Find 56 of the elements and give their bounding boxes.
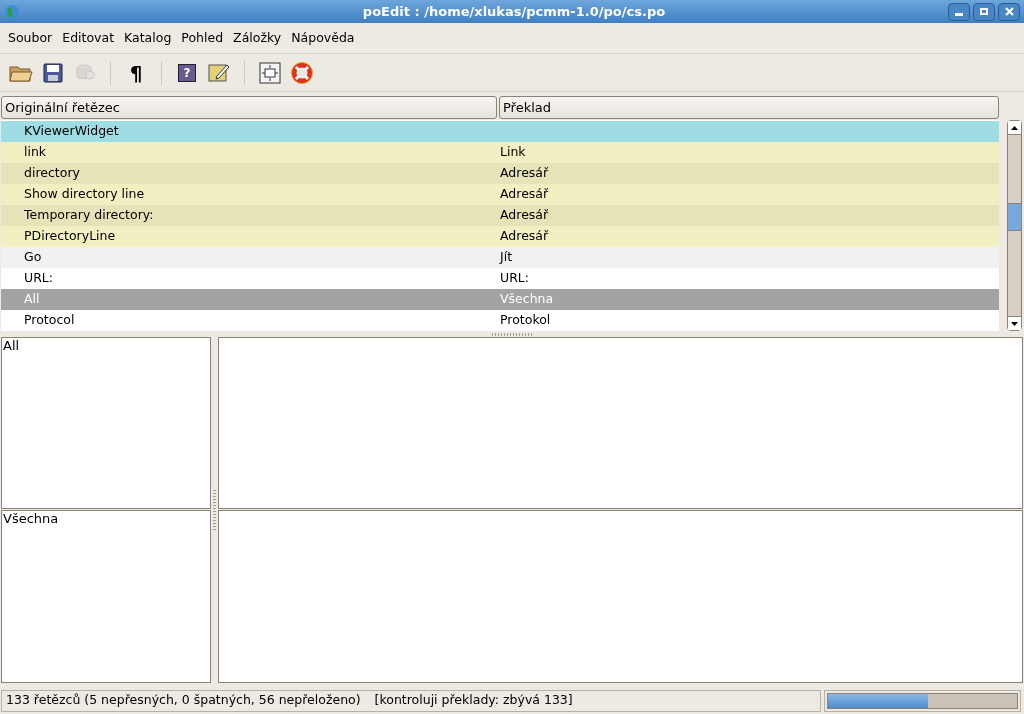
- maximize-button[interactable]: [973, 2, 995, 21]
- table-row[interactable]: Show directory line Adresář: [1, 184, 999, 205]
- fit-window-icon: [259, 61, 281, 84]
- note-pencil-icon: [208, 62, 230, 83]
- column-header[interactable]: Překlad: [499, 96, 999, 119]
- table-cell: Adresář: [500, 164, 549, 183]
- table-cell-text: PDirectoryLine: [23, 227, 117, 246]
- menu-item[interactable]: Katalog: [119, 25, 177, 51]
- help-button[interactable]: ?: [172, 57, 202, 88]
- menu-item[interactable]: Nápověda: [286, 25, 360, 51]
- status-text: 133 řetězců (5 nepřesných, 0 špatných, 56 nepřeloženo): [6, 691, 361, 710]
- table-cell: Adresář: [500, 206, 549, 225]
- table-cell: Protokol: [500, 311, 551, 330]
- scroll-thumb[interactable]: [1008, 203, 1021, 231]
- minimize-button[interactable]: [948, 2, 970, 21]
- table-cell-text: All: [23, 290, 41, 309]
- table-cell-text: URL:: [23, 269, 54, 288]
- menu-item[interactable]: Editovat: [57, 25, 120, 51]
- table-cell-text: Protocol: [23, 311, 76, 330]
- close-button[interactable]: [998, 2, 1020, 21]
- globe-icon: [4, 3, 20, 20]
- menu-item[interactable]: Záložky: [228, 25, 287, 51]
- table-row[interactable]: KViewerWidget: [1, 121, 999, 142]
- status-text: [kontroluji překlady: zbývá 133]: [374, 691, 573, 710]
- table-row[interactable]: PDirectoryLine Adresář: [1, 226, 999, 247]
- table-cell: URL:: [500, 269, 529, 288]
- disk-stack-icon: [75, 62, 95, 83]
- table-cell: Link: [500, 143, 526, 162]
- table-cell-text: Temporary directory:: [23, 206, 155, 225]
- menu-item[interactable]: Soubor: [3, 25, 58, 51]
- table-row[interactable]: link Link: [1, 142, 999, 163]
- minimize-icon: [955, 12, 963, 16]
- menu-item[interactable]: Pohled: [176, 25, 229, 51]
- table-row[interactable]: Temporary directory: Adresář: [1, 205, 999, 226]
- table-cell-text: Show directory line: [23, 185, 146, 204]
- table-cell: Adresář: [500, 185, 549, 204]
- source-text-pane: All: [1, 337, 211, 509]
- pilcrow-button[interactable]: ¶: [121, 57, 151, 88]
- translation-text-pane[interactable]: Všechna: [1, 510, 211, 683]
- table-cell-text: Go: [23, 248, 43, 267]
- table-cell-text: KViewerWidget: [23, 122, 120, 141]
- table-cell: Adresář: [500, 227, 549, 246]
- scrollbar[interactable]: [1007, 120, 1022, 331]
- table-cell: Jít: [500, 248, 513, 267]
- close-icon: [1004, 7, 1014, 16]
- maximize-icon: [980, 8, 988, 15]
- scroll-down-icon[interactable]: [1011, 321, 1018, 326]
- table-cell-text: directory: [23, 164, 81, 183]
- scroll-up-icon[interactable]: [1011, 125, 1018, 130]
- lifebuoy-icon: [291, 61, 313, 84]
- table-row[interactable]: Go Jít: [1, 247, 999, 268]
- table-cell: Všechna: [500, 290, 554, 309]
- table-cell-text: link: [23, 143, 48, 162]
- window-title: poEdit : /home/xlukas/pcmm-1.0/po/cs.po: [362, 2, 666, 21]
- table-row[interactable]: directory Adresář: [1, 163, 999, 184]
- column-header[interactable]: Originální řetězec: [1, 96, 497, 119]
